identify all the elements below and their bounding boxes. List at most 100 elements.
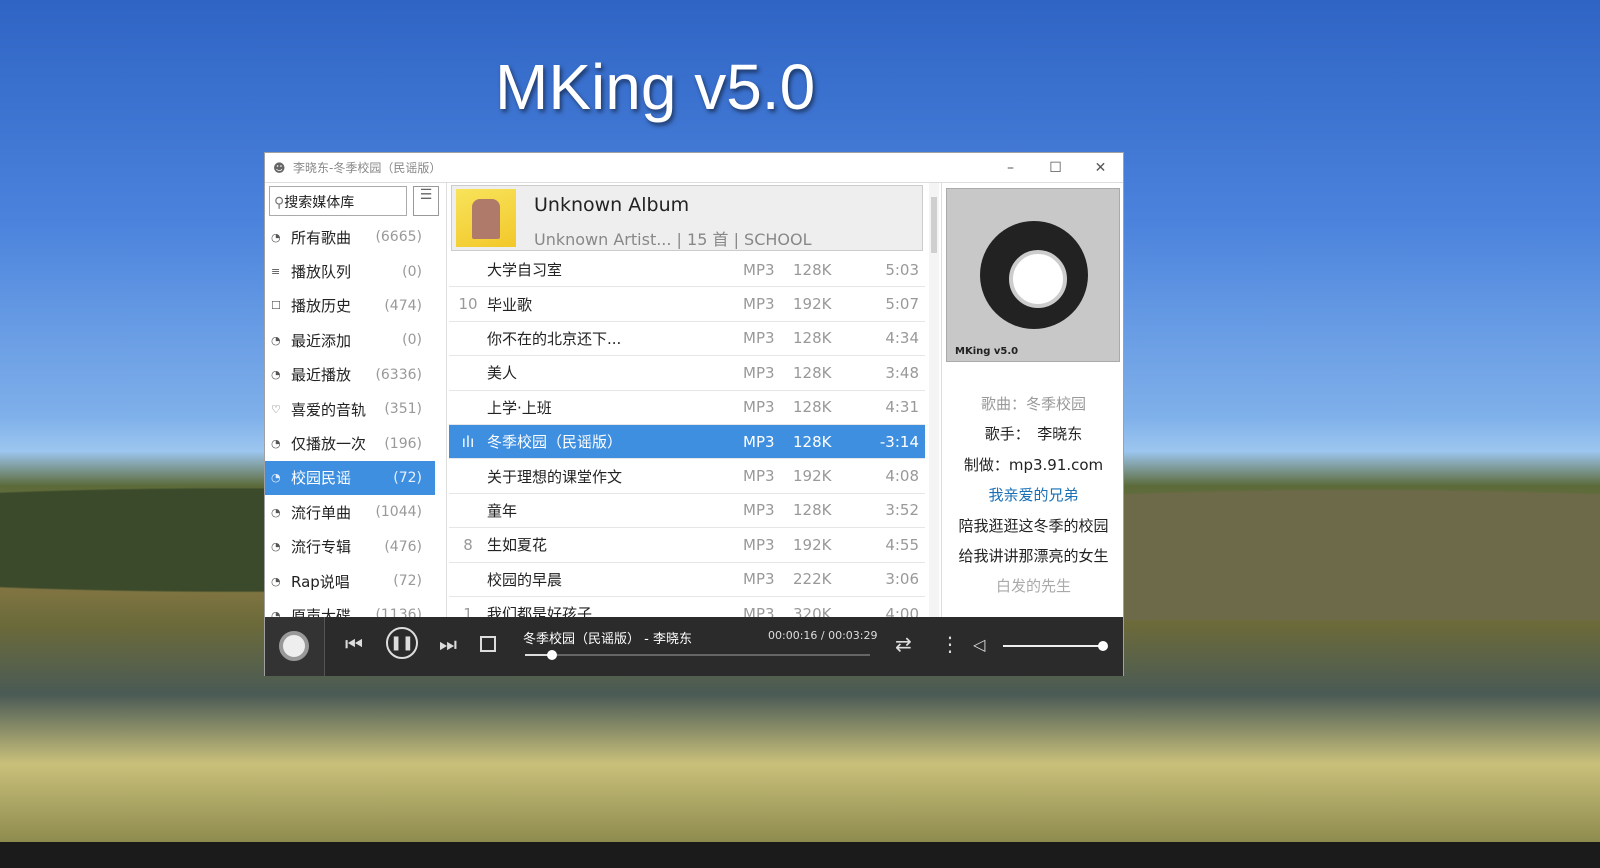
track-format: MP3	[743, 467, 775, 486]
lyrics: 歌曲：冬季校园 歌手： 李晓东 制做：mp3.91.com 我亲爱的兄弟 陪我逛逛这冬季…	[942, 393, 1125, 606]
player-bar: ⏮ ❚❚ ⏭ 冬季校园（民谣版） - 李晓东 00:00:16 / 00:03:…	[265, 617, 1123, 676]
sidebar-item[interactable]: ◔ 仅播放一次 (196)	[265, 426, 435, 460]
player-window: ☻ 李晓东-冬季校园（民谣版） – ☐ ✕ ⚲搜索媒体库 ☰ ◔ 所有歌曲 (666…	[264, 152, 1124, 676]
track-row[interactable]: 上学·上班 MP3 128K 4:31	[449, 391, 925, 425]
playlist-menu-button[interactable]: ☰	[413, 186, 439, 216]
track-format: MP3	[743, 295, 775, 314]
track-row[interactable]: 美人 MP3 128K 3:48	[449, 356, 925, 391]
sidebar-item[interactable]: ◔ Rap说唱 (72)	[265, 564, 435, 598]
track-row[interactable]: 你不在的北京还下... MP3 128K 4:34	[449, 322, 925, 357]
sidebar-item-label: 所有歌曲	[291, 228, 352, 247]
sidebar-item[interactable]: ◔ 原声大碟 (1136)	[265, 598, 435, 617]
track-row[interactable]: 童年 MP3 128K 3:52	[449, 494, 925, 529]
track-format: MP3	[743, 329, 775, 348]
title-bar[interactable]: ☻ 李晓东-冬季校园（民谣版） – ☐ ✕	[265, 153, 1123, 183]
track-row[interactable]: 校园的早晨 MP3 222K 3:06	[449, 563, 925, 597]
sidebar-item-label: 流行单曲	[291, 503, 352, 522]
app-icon: ☻	[273, 160, 286, 175]
track-duration: 4:08	[885, 467, 919, 486]
sidebar-item[interactable]: ◔ 流行单曲 (1044)	[265, 495, 435, 529]
track-format: MP3	[743, 432, 775, 451]
track-duration: 4:34	[885, 329, 919, 348]
lyric-line: 陪我逛逛这冬季的校园	[958, 516, 1109, 535]
track-bitrate: 320K	[793, 604, 832, 617]
lyric-line: 歌曲：冬季校园	[980, 395, 1086, 413]
sidebar-item[interactable]: ◔ 所有歌曲 (6665)	[265, 220, 435, 254]
sidebar-item-label: 播放队列	[291, 263, 352, 282]
track-format: MP3	[743, 604, 775, 617]
track-format: MP3	[743, 501, 775, 520]
sidebar-item[interactable]: ◔ 最近播放 (6336)	[265, 358, 435, 392]
search-input[interactable]: ⚲搜索媒体库	[269, 186, 407, 216]
disc-icon	[980, 221, 1088, 329]
track-format: MP3	[743, 570, 775, 589]
sidebar-item-count: (474)	[384, 297, 422, 314]
track-row[interactable]: 8 生如夏花 MP3 192K 4:55	[449, 528, 925, 563]
track-bitrate: 192K	[793, 295, 832, 314]
track-title: 毕业歌	[487, 295, 533, 314]
next-icon[interactable]: ⏭	[439, 632, 457, 656]
track-duration: 3:48	[885, 363, 919, 382]
clock-icon: ◔	[271, 574, 281, 588]
sidebar-item-count: (72)	[393, 573, 422, 590]
sidebar-item-label: 仅播放一次	[291, 435, 367, 454]
clock-icon: ◔	[271, 333, 281, 347]
info-panel: MKing v5.0 歌曲：冬季校园 歌手： 李晓东 制做：mp3.91.com 我亲…	[941, 183, 1124, 617]
volume-icon[interactable]: ◁	[973, 635, 985, 654]
sidebar-item[interactable]: ≡ 播放队列 (0)	[265, 254, 435, 288]
track-number: ılı	[461, 432, 475, 451]
track-bitrate: 128K	[793, 329, 832, 348]
sidebar-item-count: (6336)	[375, 366, 422, 383]
progress-knob[interactable]	[546, 650, 557, 660]
sidebar-item[interactable]: ◔ 流行专辑 (476)	[265, 530, 435, 564]
lyric-line: 歌手： 李晓东	[984, 425, 1083, 444]
track-bitrate: 128K	[793, 501, 832, 520]
window-title: 李晓东-冬季校园（民谣版）	[293, 161, 442, 175]
volume-slider[interactable]	[1003, 641, 1108, 651]
volume-knob[interactable]	[1098, 641, 1108, 651]
pause-icon[interactable]: ❚❚	[386, 627, 418, 659]
sidebar-item-label: 喜爱的音轨	[291, 400, 367, 419]
track-title: 大学自习室	[487, 261, 563, 280]
sidebar-item-count: (1136)	[375, 607, 422, 617]
track-title: 生如夏花	[487, 536, 548, 555]
track-title: 关于理想的课堂作文	[487, 467, 623, 486]
track-duration: -3:14	[879, 432, 919, 451]
close-button[interactable]: ✕	[1078, 160, 1123, 176]
progress-slider[interactable]	[525, 650, 870, 660]
sidebar-item-label: Rap说唱	[291, 572, 350, 591]
album-header[interactable]: Unknown Album Unknown Artist... | 15 首 |…	[451, 185, 923, 251]
track-title: 童年	[487, 501, 518, 520]
track-format: MP3	[743, 260, 775, 279]
sidebar-item[interactable]: ◔ 最近添加 (0)	[265, 323, 435, 357]
desktop-title: MKing v5.0	[495, 51, 816, 123]
now-playing-disc[interactable]	[265, 617, 325, 676]
track-duration: 4:31	[885, 398, 919, 417]
shuffle-icon[interactable]: ⇄	[895, 632, 912, 656]
track-row[interactable]: 关于理想的课堂作文 MP3 192K 4:08	[449, 459, 925, 494]
track-format: MP3	[743, 398, 775, 417]
sidebar-item-label: 最近添加	[291, 331, 352, 350]
track-row[interactable]: 大学自习室 MP3 128K 5:03	[449, 253, 925, 288]
sidebar-item[interactable]: ☐ 播放历史 (474)	[265, 289, 435, 323]
track-format: MP3	[743, 535, 775, 554]
sidebar-item-label: 最近播放	[291, 366, 352, 385]
maximize-button[interactable]: ☐	[1033, 160, 1078, 176]
track-row[interactable]: 1 我们都是好孩子 MP3 320K 4:00	[449, 597, 925, 617]
sidebar-item-label: 校园民谣	[291, 469, 352, 488]
sidebar-item-count: (476)	[384, 538, 422, 555]
sidebar-item-label: 原声大碟	[291, 606, 352, 617]
track-row[interactable]: ılı 冬季校园（民谣版） MP3 128K -3:14	[449, 424, 925, 460]
stop-icon[interactable]	[480, 636, 496, 652]
more-icon[interactable]: ⋮	[940, 632, 960, 656]
previous-icon[interactable]: ⏮	[345, 632, 363, 656]
track-duration: 4:55	[885, 535, 919, 554]
minimize-button[interactable]: –	[988, 160, 1033, 176]
track-title: 美人	[487, 364, 518, 383]
sidebar-item-count: (196)	[384, 435, 422, 452]
sidebar-item[interactable]: ◔ 校园民谣 (72)	[265, 460, 435, 496]
clock-icon: ◔	[271, 471, 281, 485]
track-list-scrollbar[interactable]	[929, 183, 939, 617]
track-row[interactable]: 10 毕业歌 MP3 192K 5:07	[449, 287, 925, 322]
sidebar-item[interactable]: ♡ 喜爱的音轨 (351)	[265, 392, 435, 426]
